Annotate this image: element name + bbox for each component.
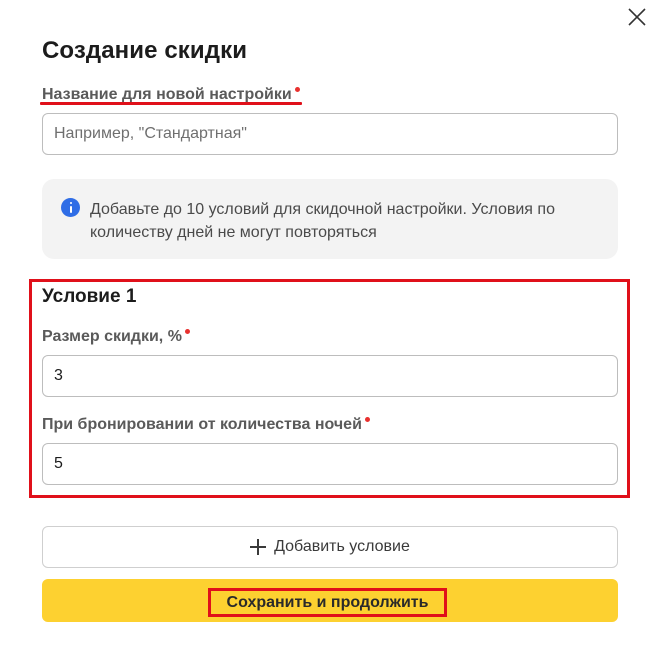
- label-highlight-underline: [40, 102, 302, 105]
- required-indicator: [294, 87, 300, 92]
- discount-input[interactable]: [42, 355, 618, 397]
- nights-input[interactable]: [42, 443, 618, 485]
- nights-field-label: При бронировании от количества ночей: [42, 416, 370, 434]
- discount-field-label-text: Размер скидки, %: [42, 328, 182, 345]
- discount-field-label: Размер скидки, %: [42, 328, 190, 346]
- info-icon: [61, 198, 80, 217]
- add-condition-label: Добавить условие: [274, 538, 410, 555]
- info-banner: Добавьте до 10 условий для скидочной нас…: [42, 179, 618, 259]
- info-text: Добавьте до 10 условий для скидочной нас…: [90, 201, 555, 241]
- dialog-title: Создание скидки: [42, 37, 248, 64]
- plus-icon: [250, 539, 267, 555]
- setting-name-input[interactable]: [42, 113, 618, 155]
- close-button[interactable]: [626, 6, 648, 28]
- required-indicator: [364, 417, 370, 422]
- nights-field-label-text: При бронировании от количества ночей: [42, 416, 362, 433]
- name-field-label-text: Название для новой настройки: [42, 86, 292, 103]
- save-continue-label[interactable]: Сохранить и продолжить: [208, 588, 447, 617]
- condition-title: Условие 1: [42, 286, 137, 307]
- required-indicator: [184, 329, 190, 334]
- close-icon: [626, 6, 648, 28]
- add-condition-button[interactable]: Добавить условие: [42, 526, 618, 568]
